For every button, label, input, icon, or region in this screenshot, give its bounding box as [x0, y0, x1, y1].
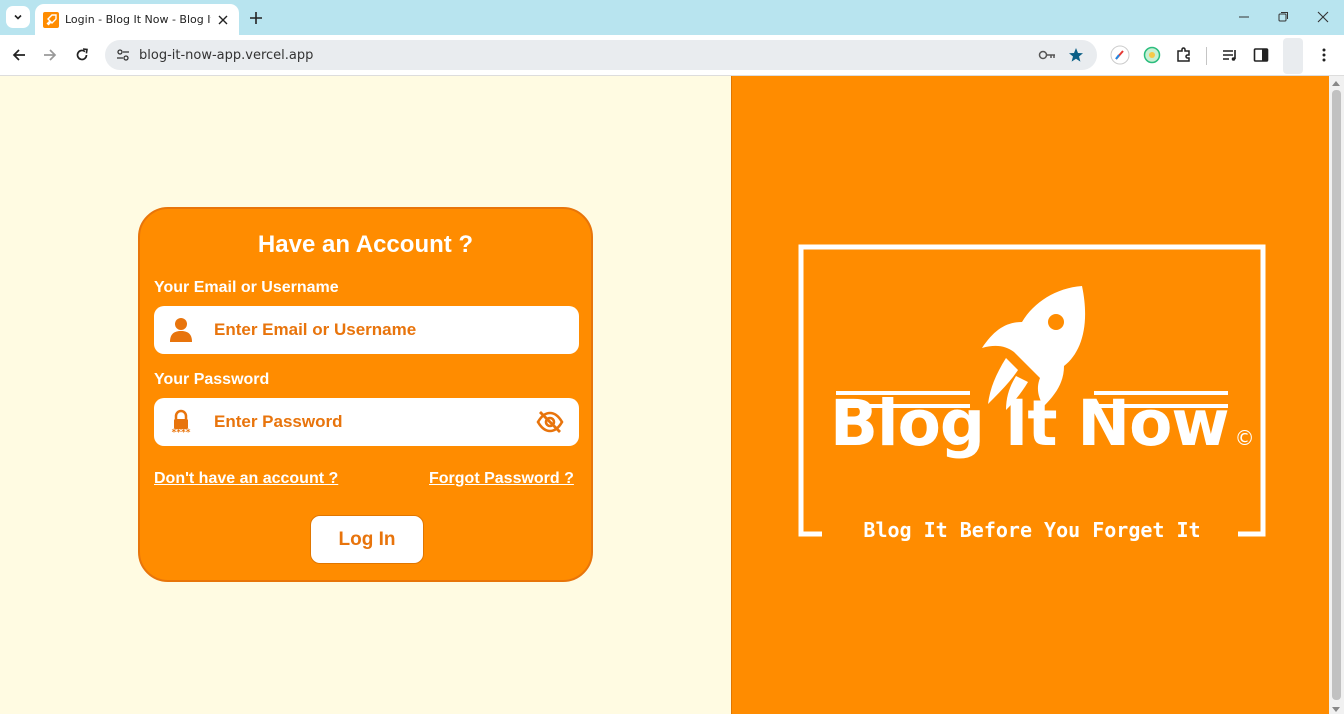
minimize-icon: [1239, 16, 1249, 18]
browser-tab-strip: Login - Blog It Now - Blog It Be: [0, 0, 1344, 35]
login-pane: Have an Account ? Your Email or Username…: [0, 76, 731, 714]
extension-pen-button[interactable]: [1109, 44, 1131, 66]
media-queue-icon: [1223, 50, 1236, 61]
email-placeholder: Enter Email or Username: [214, 320, 417, 339]
minimize-button[interactable]: [1233, 6, 1255, 28]
chevron-down-icon: [14, 14, 22, 20]
close-window-icon: [1317, 11, 1329, 23]
brand-tagline: Blog It Before You Forget It: [798, 518, 1266, 542]
puzzle-icon: [1177, 47, 1190, 62]
toolbar-divider: [1206, 47, 1207, 65]
password-placeholder: Enter Password: [214, 412, 343, 431]
brand-name-text: Blog It Now: [830, 387, 1230, 460]
password-label: Your Password: [154, 371, 270, 388]
password-field[interactable]: **** Enter Password: [154, 398, 579, 446]
password-key-icon[interactable]: [1037, 45, 1057, 65]
tab-search-button[interactable]: [6, 6, 30, 28]
back-button[interactable]: [7, 43, 31, 67]
page-content: Have an Account ? Your Email or Username…: [0, 76, 1344, 714]
login-card: Have an Account ? Your Email or Username…: [138, 207, 593, 582]
profile-slot[interactable]: [1283, 38, 1303, 74]
restore-button[interactable]: [1272, 6, 1294, 28]
login-button[interactable]: Log In: [310, 515, 424, 564]
site-info-icon[interactable]: [113, 45, 133, 65]
tab-title: Login - Blog It Now - Blog It Be: [65, 13, 211, 26]
back-arrow-icon: [12, 49, 25, 61]
browser-menu-button[interactable]: [1313, 44, 1335, 66]
email-label: Your Email or Username: [154, 279, 339, 296]
close-tab-icon[interactable]: [215, 12, 231, 28]
extensions-button[interactable]: [1173, 44, 1195, 66]
brand-name: Blog It Now ©: [830, 387, 1255, 460]
page-scrollbar[interactable]: [1329, 76, 1344, 714]
eye-off-icon[interactable]: [533, 405, 567, 439]
forgot-password-link[interactable]: Forgot Password ?: [429, 470, 574, 488]
svg-text:****: ****: [172, 428, 191, 435]
signup-link[interactable]: Don't have an account ?: [154, 470, 338, 488]
browser-toolbar: blog-it-now-app.vercel.app: [0, 35, 1344, 76]
pen-extension-icon: [1110, 45, 1130, 65]
extension-circle-button[interactable]: [1141, 44, 1163, 66]
user-icon: [166, 315, 196, 345]
side-panel-icon: [1253, 48, 1269, 62]
url-text: blog-it-now-app.vercel.app: [139, 47, 314, 63]
bookmark-star-icon[interactable]: [1066, 45, 1086, 65]
new-tab-button[interactable]: [245, 7, 267, 29]
email-field[interactable]: Enter Email or Username: [154, 306, 579, 354]
reload-icon: [76, 48, 88, 61]
forward-arrow-icon: [44, 49, 57, 61]
brand-logo: Blog It Now © Blog It Before You Forget I…: [798, 244, 1266, 542]
login-heading: Have an Account ?: [257, 231, 474, 258]
scroll-up-arrow-icon[interactable]: [1332, 81, 1340, 86]
restore-icon: [1278, 12, 1288, 22]
side-panel-button[interactable]: [1250, 44, 1272, 66]
media-controls-button[interactable]: [1219, 44, 1241, 66]
scroll-down-arrow-icon[interactable]: [1332, 707, 1340, 712]
copyright-mark: ©: [1234, 426, 1255, 450]
colorful-extension-icon: [1143, 46, 1161, 64]
browser-tab[interactable]: Login - Blog It Now - Blog It Be: [35, 4, 239, 35]
tagline-text: Blog It Before You Forget It: [855, 518, 1209, 542]
brand-pane: Blog It Now © Blog It Before You Forget I…: [731, 76, 1329, 714]
reload-button[interactable]: [70, 43, 94, 67]
more-vertical-icon: [1322, 48, 1326, 62]
scrollbar-thumb[interactable]: [1332, 90, 1341, 700]
lock-icon: ****: [166, 407, 196, 437]
rocket-favicon-icon: [43, 11, 59, 28]
forward-button[interactable]: [38, 43, 62, 67]
close-window-button[interactable]: [1312, 6, 1334, 28]
plus-icon: [250, 12, 262, 24]
address-bar[interactable]: blog-it-now-app.vercel.app: [105, 40, 1097, 70]
